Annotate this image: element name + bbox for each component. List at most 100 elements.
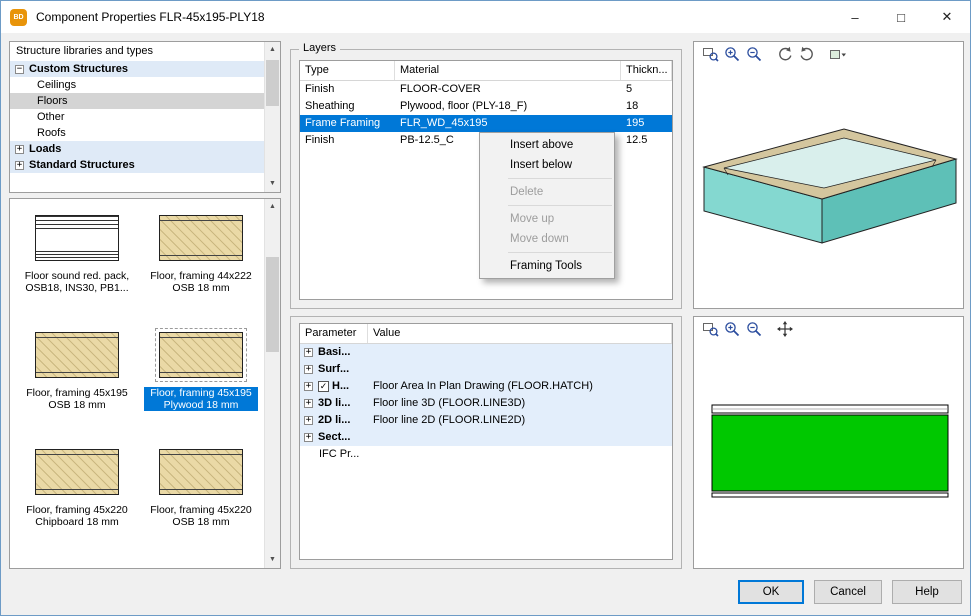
layer-type: Sheathing xyxy=(300,98,395,115)
scroll-thumb[interactable] xyxy=(266,60,279,106)
expand-icon[interactable]: + xyxy=(15,145,24,154)
tree-scrollbar[interactable]: ▲ ▼ xyxy=(264,42,280,192)
thumbnail-floor-sound-red-pack-osb18-ins30-pb1[interactable]: Floor sound red. pack, OSB18, INS30, PB1… xyxy=(20,211,134,294)
scroll-up-icon[interactable]: ▲ xyxy=(265,42,280,58)
menu-item-move-up: Move up xyxy=(480,209,614,229)
parameter-name-cell: IFC Pr... xyxy=(300,446,368,463)
tree-item-label: Roofs xyxy=(37,127,66,139)
tree-item-other[interactable]: Other xyxy=(10,109,264,125)
rotate-ccw-icon[interactable] xyxy=(774,44,796,64)
3d-viewport[interactable] xyxy=(694,67,963,307)
close-button[interactable]: ✕ xyxy=(924,1,970,33)
ok-button[interactable]: OK xyxy=(738,580,804,604)
layer-thickness: 5 xyxy=(621,81,672,98)
thumbnail-floor-framing-45x220-chipboard-18-mm[interactable]: Floor, framing 45x220 Chipboard 18 mm xyxy=(20,445,134,528)
parameter-row-3d-li[interactable]: +3D li...Floor line 3D (FLOOR.LINE3D) xyxy=(300,395,672,412)
tree-item-roofs[interactable]: Roofs xyxy=(10,125,264,141)
layers-column-type[interactable]: Type xyxy=(300,61,395,80)
parameter-name: Sect... xyxy=(318,429,350,446)
parameter-row-basi[interactable]: +Basi... xyxy=(300,344,672,361)
parameters-column-parameter[interactable]: Parameter xyxy=(300,324,368,343)
layer-material: FLOOR-COVER xyxy=(395,81,621,98)
thumbnail-floor-framing-45x220-osb-18-mm[interactable]: Floor, framing 45x220 OSB 18 mm xyxy=(144,445,258,528)
parameter-name: 3D li... xyxy=(318,395,350,412)
expand-icon[interactable]: + xyxy=(304,416,313,425)
layer-row-sheathing[interactable]: SheathingPlywood, floor (PLY-18_F)18 xyxy=(300,98,672,115)
preview-3d-toolbar xyxy=(694,42,963,66)
layers-column-material[interactable]: Material xyxy=(395,61,621,80)
expand-icon[interactable]: + xyxy=(304,399,313,408)
parameter-row-ifc-pr[interactable]: IFC Pr... xyxy=(300,446,672,463)
parameters-column-value[interactable]: Value xyxy=(368,324,672,343)
zoom-window-icon[interactable] xyxy=(699,319,721,339)
tree-item-loads[interactable]: +Loads xyxy=(10,141,264,157)
menu-item-insert-below[interactable]: Insert below xyxy=(480,155,614,175)
thumbnail-floor-framing-45x195-plywood-18-mm[interactable]: Floor, framing 45x195 Plywood 18 mm xyxy=(144,328,258,411)
parameter-name-cell: +✓H... xyxy=(300,378,368,395)
parameter-row-2d-li[interactable]: +2D li...Floor line 2D (FLOOR.LINE2D) xyxy=(300,412,672,429)
tree-item-standard-structures[interactable]: +Standard Structures xyxy=(10,157,264,173)
thumbnail-floor-framing-44x222-osb-18-mm[interactable]: Floor, framing 44x222 OSB 18 mm xyxy=(144,211,258,294)
display-mode-icon[interactable] xyxy=(827,44,849,64)
tree-item-custom-structures[interactable]: −Custom Structures xyxy=(10,61,264,77)
expand-icon[interactable]: + xyxy=(304,365,313,374)
2d-viewport[interactable] xyxy=(694,342,963,568)
zoom-out-icon[interactable] xyxy=(743,44,765,64)
parameter-value xyxy=(368,361,672,378)
scroll-up-icon[interactable]: ▲ xyxy=(265,199,280,215)
cancel-button[interactable]: Cancel xyxy=(814,580,882,604)
parameter-value xyxy=(368,344,672,361)
thumbnail-label: Floor, framing 45x220 Chipboard 18 mm xyxy=(20,504,134,528)
menu-item-insert-above[interactable]: Insert above xyxy=(480,135,614,155)
collapse-icon[interactable]: − xyxy=(15,65,24,74)
expand-icon[interactable]: + xyxy=(304,433,313,442)
tree-item-ceilings[interactable]: Ceilings xyxy=(10,77,264,93)
thumbnail-label: Floor, framing 44x222 OSB 18 mm xyxy=(144,270,258,294)
structure-tree-panel: Structure libraries and types −Custom St… xyxy=(9,41,281,193)
layer-type: Frame Framing xyxy=(300,115,395,132)
scroll-down-icon[interactable]: ▼ xyxy=(265,552,280,568)
scroll-thumb[interactable] xyxy=(266,257,279,352)
pan-icon[interactable] xyxy=(774,319,796,339)
zoom-window-icon[interactable] xyxy=(699,44,721,64)
tree-item-label: Other xyxy=(37,111,65,123)
parameter-name-cell: +2D li... xyxy=(300,412,368,429)
layers-table-header: TypeMaterialThickn... xyxy=(300,61,672,81)
thumbnail-image-frame xyxy=(155,211,247,265)
thumbnail-label: Floor sound red. pack, OSB18, INS30, PB1… xyxy=(20,270,134,294)
thumbnail-image-frame xyxy=(155,328,247,382)
minimize-button[interactable]: – xyxy=(832,1,878,33)
help-button[interactable]: Help xyxy=(892,580,962,604)
tree-item-label: Ceilings xyxy=(37,79,76,91)
layer-row-frame-framing[interactable]: Frame FramingFLR_WD_45x195195 xyxy=(300,115,672,132)
zoom-out-icon[interactable] xyxy=(743,319,765,339)
zoom-in-icon[interactable] xyxy=(721,319,743,339)
parameter-row-sect[interactable]: + Sect... xyxy=(300,429,672,446)
menu-separator xyxy=(508,178,612,179)
checkbox-checked-icon[interactable]: ✓ xyxy=(318,381,329,392)
layer-thickness: 18 xyxy=(621,98,672,115)
maximize-button[interactable]: □ xyxy=(878,1,924,33)
layers-column-thickn[interactable]: Thickn... xyxy=(621,61,672,80)
layer-row-finish[interactable]: FinishFLOOR-COVER5 xyxy=(300,81,672,98)
scroll-down-icon[interactable]: ▼ xyxy=(265,176,280,192)
structure-tree: −Custom Structures Ceilings Floors Other Roo… xyxy=(10,61,264,173)
expand-icon[interactable]: + xyxy=(15,161,24,170)
component-preview-image xyxy=(159,449,243,495)
expand-icon[interactable]: + xyxy=(304,382,313,391)
parameter-name-cell: +3D li... xyxy=(300,395,368,412)
rotate-cw-icon[interactable] xyxy=(796,44,818,64)
thumbnail-label: Floor, framing 45x220 OSB 18 mm xyxy=(144,504,258,528)
component-preview-image xyxy=(35,332,119,378)
tree-item-floors[interactable]: Floors xyxy=(10,93,264,109)
layer-material: FLR_WD_45x195 xyxy=(395,115,621,132)
expand-icon[interactable]: + xyxy=(304,348,313,357)
zoom-in-icon[interactable] xyxy=(721,44,743,64)
thumbnail-floor-framing-45x195-osb-18-mm[interactable]: Floor, framing 45x195 OSB 18 mm xyxy=(20,328,134,411)
parameter-row-h[interactable]: +✓H...Floor Area In Plan Drawing (FLOOR.… xyxy=(300,378,672,395)
thumbnails-scrollbar[interactable]: ▲ ▼ xyxy=(264,199,280,568)
parameter-name-cell: + Sect... xyxy=(300,429,368,446)
parameter-row-surf[interactable]: +Surf... xyxy=(300,361,672,378)
menu-item-framing-tools[interactable]: Framing Tools xyxy=(480,256,614,276)
component-preview-image xyxy=(35,449,119,495)
